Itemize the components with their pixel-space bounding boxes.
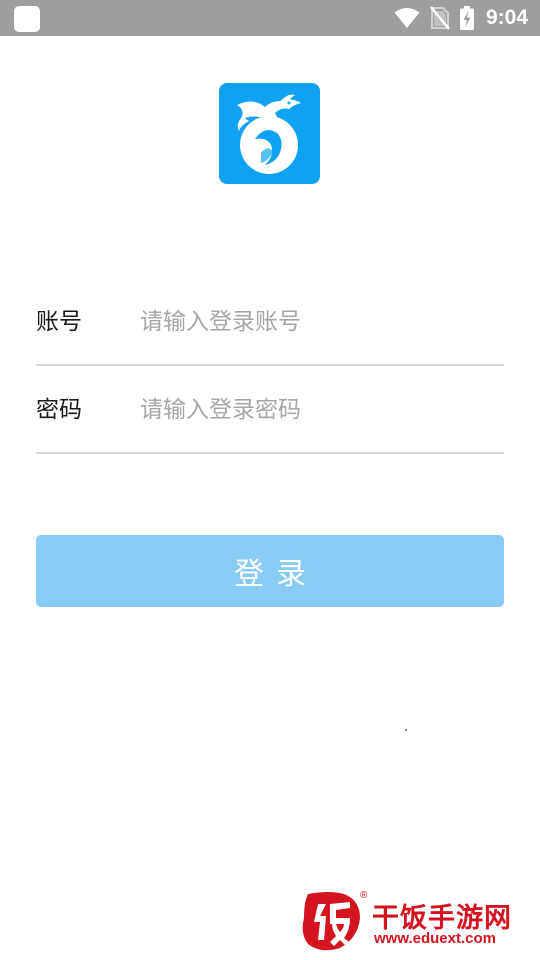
- app-logo: [219, 83, 320, 184]
- watermark: ® 干饭手游网 www.eduext.com: [300, 888, 530, 954]
- watermark-registered-mark: ®: [360, 890, 368, 901]
- login-screen: 9:04 账号 密码 登录 ® 干饭手游网 www.eduext.com: [0, 0, 540, 960]
- watermark-url: www.eduext.com: [374, 930, 496, 947]
- no-sim-icon: [430, 6, 450, 30]
- status-bar: 9:04: [0, 0, 540, 36]
- battery-charging-icon: [459, 6, 474, 30]
- status-icons: 9:04: [394, 0, 528, 36]
- password-label: 密码: [36, 397, 82, 423]
- dragon-pearl-logo-icon: [237, 94, 301, 174]
- password-input[interactable]: [140, 388, 500, 432]
- login-button[interactable]: 登录: [36, 535, 504, 607]
- password-field-row: 密码: [36, 366, 504, 454]
- status-time: 9:04: [485, 6, 528, 29]
- account-label: 账号: [36, 309, 82, 335]
- app-notification-icon: [14, 6, 40, 32]
- account-field-row: 账号: [36, 278, 504, 366]
- watermark-logo-icon: [302, 892, 360, 951]
- account-input[interactable]: [140, 300, 500, 344]
- stray-dot: [405, 729, 407, 731]
- wifi-icon: [394, 7, 420, 29]
